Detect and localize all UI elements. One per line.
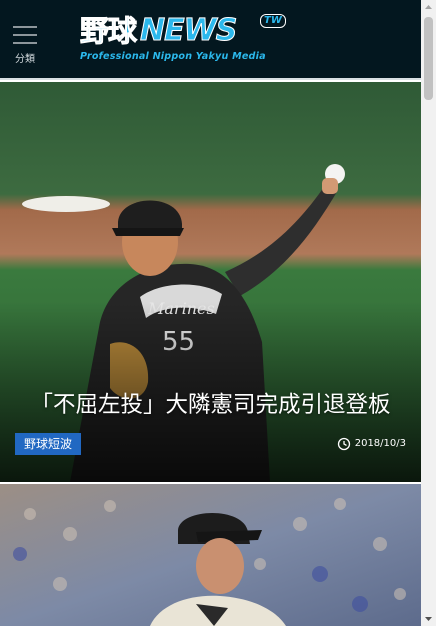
page-scrollbar[interactable] <box>421 0 436 626</box>
article-title[interactable]: 「不屈左投」大隣憲司完成引退登板 <box>0 388 421 422</box>
logo-badge: TW <box>260 14 286 28</box>
site-logo[interactable]: 野球 NEWS TW Professional Nippon Yakyu Med… <box>79 13 286 67</box>
scroll-up-arrow-icon[interactable] <box>421 0 436 15</box>
article-date-text: 2018/10/3 <box>354 438 406 449</box>
logo-wordmark: 野球 NEWS <box>79 13 238 48</box>
site-header: 分類 野球 NEWS TW Professional Nippon Yakyu … <box>0 0 421 80</box>
clock-icon <box>337 437 350 451</box>
logo-kanji: 野球 <box>79 14 137 48</box>
featured-article-card[interactable]: 55 Marines 「不屈左投」大隣憲司完成引退登板 野球短波 2018/10… <box>0 82 421 482</box>
scroll-down-arrow-icon[interactable] <box>421 611 436 626</box>
menu-label: 分類 <box>15 54 35 65</box>
menu-button[interactable]: 分類 <box>6 24 44 68</box>
category-tag[interactable]: 野球短波 <box>15 433 82 455</box>
hamburger-icon[interactable] <box>13 24 37 44</box>
article-photo-batter <box>0 484 421 626</box>
article-card[interactable] <box>0 484 421 626</box>
logo-news: NEWS <box>140 13 238 48</box>
scrollbar-thumb[interactable] <box>424 17 433 100</box>
article-photo-pitcher: 55 Marines <box>0 82 421 482</box>
article-date: 2018/10/3 <box>337 437 406 451</box>
logo-tagline: Professional Nippon Yakyu Media <box>80 51 266 62</box>
